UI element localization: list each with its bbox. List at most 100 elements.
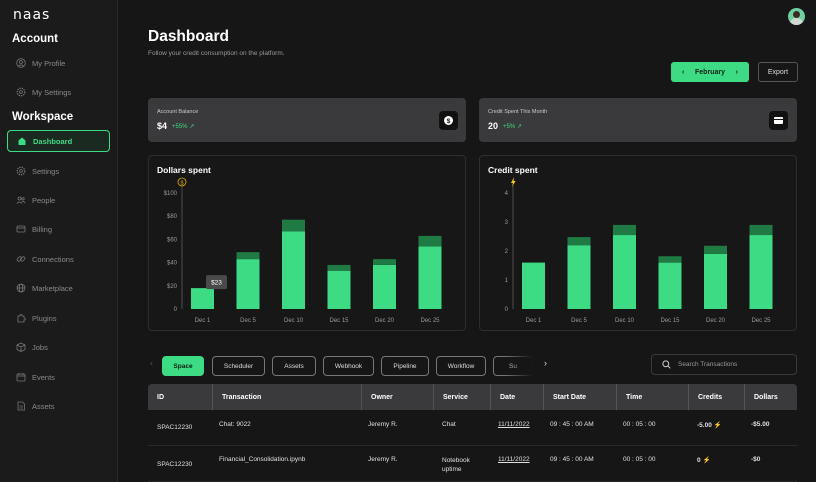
month-label: February xyxy=(695,68,725,76)
sidebar-item-my-settings[interactable]: My Settings xyxy=(7,81,110,103)
y-tick-label: 0 xyxy=(174,307,178,313)
cell-date[interactable]: 11/11/2022 xyxy=(489,456,530,463)
box-icon xyxy=(16,342,26,352)
sidebar-item-label: Assets xyxy=(32,401,55,411)
trend-up-icon: ↗ xyxy=(189,124,195,130)
month-selector[interactable]: ‹ February › xyxy=(671,62,749,82)
avatar-head xyxy=(793,11,800,18)
y-tick-label: $60 xyxy=(167,237,178,243)
chevron-right-icon[interactable]: › xyxy=(736,69,738,76)
people-icon xyxy=(16,195,26,205)
filter-pipeline[interactable]: Pipeline xyxy=(381,356,429,376)
search-input[interactable]: Search Transactions xyxy=(651,354,797,375)
bar-cap xyxy=(327,264,351,271)
bar-cap xyxy=(236,252,260,260)
bar xyxy=(749,235,773,309)
sidebar-item-label: Events xyxy=(32,372,55,382)
column-header[interactable]: Transaction xyxy=(212,384,361,410)
avatar-body xyxy=(790,18,803,25)
cell-transaction: Financial_Consolidation.ipynb xyxy=(219,456,306,463)
search-icon xyxy=(662,360,671,369)
credits-value: -5.00 xyxy=(697,422,712,429)
cell-service: Notebook uptime xyxy=(442,457,470,473)
y-tick-label: 0 xyxy=(505,307,509,313)
bar xyxy=(327,270,351,309)
y-tick-label: $100 xyxy=(164,191,178,197)
cell-start-date: 09 : 45 : 00 AM xyxy=(550,456,594,463)
dollar-icon: $ xyxy=(439,111,458,130)
file-icon xyxy=(16,401,26,411)
chevron-left-icon[interactable]: ‹ xyxy=(150,358,153,368)
x-tick-label: Dec 15 xyxy=(329,318,349,324)
column-header[interactable]: Time xyxy=(616,384,688,410)
sidebar-item-assets[interactable]: Assets xyxy=(7,395,110,417)
column-header[interactable]: Dollars xyxy=(744,384,797,410)
cell-credits: -5.00 ⚡ xyxy=(688,421,722,429)
sidebar-item-plugins[interactable]: Plugins xyxy=(7,307,110,329)
gear-icon xyxy=(16,166,26,176)
bar-cap xyxy=(749,224,773,236)
sidebar-item-people[interactable]: People xyxy=(7,189,110,211)
sidebar-item-events[interactable]: Events xyxy=(7,366,110,388)
x-tick-label: Dec 20 xyxy=(706,318,726,324)
dollar-icon-glyph: $ xyxy=(180,180,183,186)
filter-workflow[interactable]: Workflow xyxy=(436,356,486,376)
sidebar-item-marketplace[interactable]: Marketplace xyxy=(7,277,110,299)
x-tick-label: Dec 15 xyxy=(660,318,680,324)
filter-assets[interactable]: Assets xyxy=(272,356,316,376)
sidebar-item-label: Billing xyxy=(32,224,53,234)
bar xyxy=(191,288,214,309)
y-tick-label: $20 xyxy=(167,284,178,290)
table-header: ID Transaction Owner Service Date Start … xyxy=(148,384,797,410)
filter-space[interactable]: Space xyxy=(162,356,204,376)
sidebar-item-billing[interactable]: Billing xyxy=(7,218,110,240)
chevron-right-icon[interactable]: › xyxy=(544,358,547,368)
avatar[interactable] xyxy=(788,8,805,25)
filter-webhook[interactable]: Webhook xyxy=(323,356,374,376)
table-row[interactable]: SPAC12230 Chat: 9022 Jeremy R. Chat 11/1… xyxy=(148,410,797,446)
workspace-heading: Workspace xyxy=(12,111,74,123)
bar-cap xyxy=(613,224,636,236)
table-row[interactable]: SPAC12230 Financial_Consolidation.ipynb … xyxy=(148,446,797,482)
sidebar-item-connections[interactable]: Connections xyxy=(7,248,110,270)
bar-cap xyxy=(418,235,442,247)
export-button[interactable]: Export xyxy=(758,62,798,82)
app-logo[interactable]: naas xyxy=(13,7,50,23)
sidebar-item-label: Jobs xyxy=(32,342,48,352)
column-header[interactable]: Service xyxy=(433,384,490,410)
cell-date[interactable]: 11/11/2022 xyxy=(489,421,530,428)
column-header[interactable]: ID xyxy=(148,384,212,410)
column-header[interactable]: Start Date xyxy=(543,384,616,410)
settings-icon xyxy=(16,87,26,97)
stat-label: Credit Spent This Month xyxy=(488,109,548,115)
bar xyxy=(522,262,545,309)
chevron-left-icon[interactable]: ‹ xyxy=(682,69,684,76)
sidebar-item-label: People xyxy=(32,195,56,205)
sidebar-item-label: Plugins xyxy=(32,313,57,323)
sidebar-item-my-profile[interactable]: My Profile xyxy=(7,52,110,74)
sidebar-item-label: Marketplace xyxy=(32,283,73,293)
y-tick-label: 3 xyxy=(505,220,509,226)
cell-credits: 0 ⚡ xyxy=(688,456,711,464)
sidebar-item-label: My Profile xyxy=(32,58,66,68)
column-header[interactable]: Credits xyxy=(688,384,744,410)
stat-value: 20 xyxy=(488,121,499,131)
home-icon xyxy=(17,136,27,146)
cell-time: 00 : 05 : 00 xyxy=(623,456,656,463)
bolt-icon: ⚡ xyxy=(713,422,722,429)
bar xyxy=(236,259,260,309)
column-header[interactable]: Owner xyxy=(361,384,433,410)
filter-scheduler[interactable]: Scheduler xyxy=(212,356,265,376)
column-header[interactable]: Date xyxy=(490,384,543,410)
sidebar-item-jobs[interactable]: Jobs xyxy=(7,336,110,358)
cell-time: 00 : 05 : 00 xyxy=(623,421,656,428)
puzzle-icon xyxy=(16,313,26,323)
globe-icon xyxy=(16,283,26,293)
wallet-icon xyxy=(769,111,788,130)
y-tick-label: $40 xyxy=(167,261,178,267)
y-tick-label: 4 xyxy=(505,191,509,197)
sidebar-item-dashboard[interactable]: Dashboard xyxy=(7,130,110,152)
sidebar-item-settings[interactable]: Settings xyxy=(7,160,110,182)
account-heading: Account xyxy=(12,33,58,45)
stat-value: $4 xyxy=(157,121,168,131)
